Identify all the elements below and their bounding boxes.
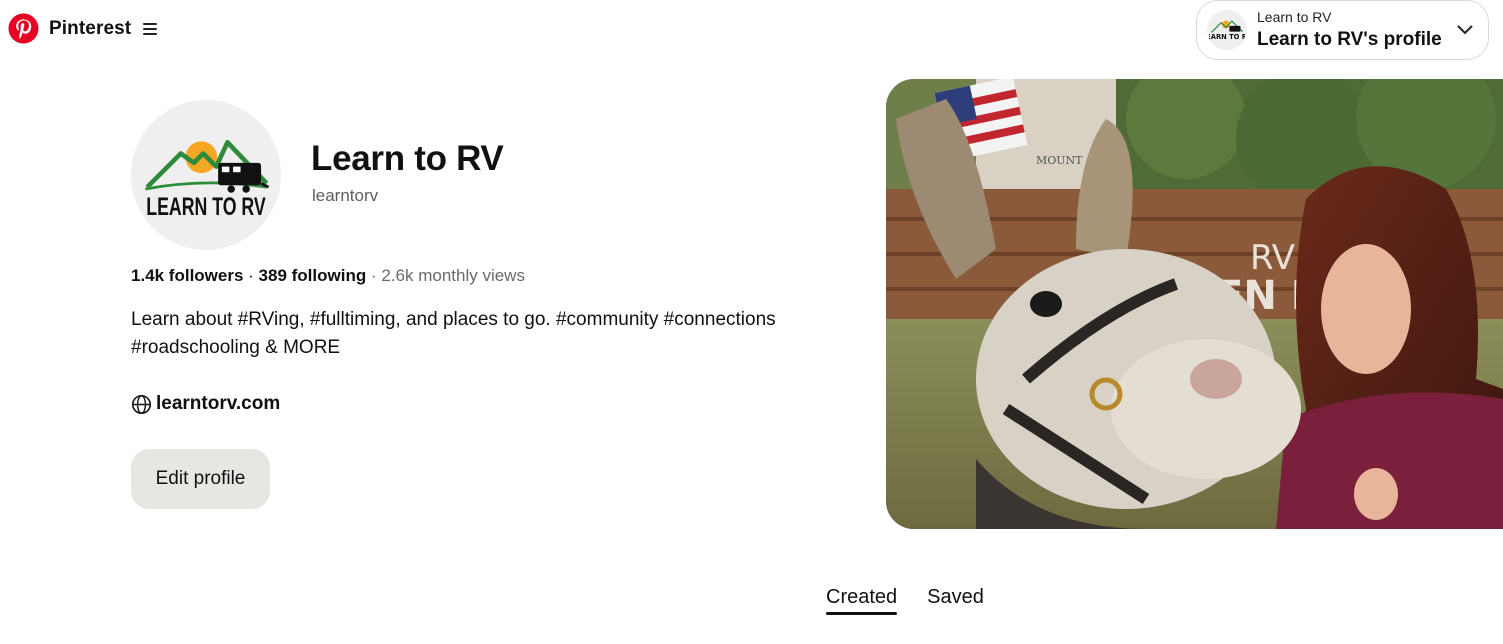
hamburger-icon[interactable] — [143, 22, 158, 35]
profile-avatar: LEARN TO RV — [131, 100, 281, 250]
svg-text:LEARN TO RV: LEARN TO RV — [1209, 33, 1245, 41]
cover-photo-image: RV PA EN RID MOUNT — [886, 79, 1503, 529]
learn-to-rv-logo-icon: LEARN TO RV — [1209, 20, 1245, 41]
cover-photo: RV PA EN RID MOUNT — [886, 79, 1503, 529]
profile-stats: 1.4k followers · 389 following · 2.6k mo… — [131, 266, 525, 286]
globe-icon — [131, 394, 152, 414]
tab-created[interactable]: Created — [826, 586, 898, 615]
account-switcher-profile-label: Learn to RV's profile — [1257, 29, 1442, 50]
tab-saved[interactable]: Saved — [927, 586, 984, 615]
account-switcher-button[interactable]: LEARN TO RV Learn to RV Learn to RV's pr… — [1196, 0, 1489, 60]
monthly-views: 2.6k monthly views — [381, 266, 525, 285]
account-avatar: LEARN TO RV — [1207, 10, 1247, 50]
learn-to-rv-logo-icon: LEARN TO RV — [145, 140, 270, 221]
chevron-down-icon[interactable] — [1456, 23, 1474, 37]
edit-profile-button[interactable]: Edit profile — [131, 449, 270, 509]
avatar-logo-text: LEARN TO RV — [146, 193, 266, 221]
profile-bio: Learn about #RVing, #fulltiming, and pla… — [131, 309, 776, 358]
profile-tabs: Created Saved — [826, 586, 984, 615]
account-switcher-name: Learn to RV — [1257, 9, 1332, 25]
profile-handle: learntorv — [312, 186, 379, 205]
followers-link[interactable]: 1.4k followers — [131, 266, 243, 285]
stats-separator: · — [243, 266, 259, 285]
brand-name[interactable]: Pinterest — [49, 18, 131, 40]
website-link[interactable]: learntorv.com — [131, 393, 280, 415]
following-link[interactable]: 389 following — [259, 266, 367, 285]
stats-separator: · — [366, 266, 382, 285]
profile-name: Learn to RV — [311, 139, 504, 178]
pinterest-logo-icon[interactable] — [8, 13, 39, 44]
website-url[interactable]: learntorv.com — [156, 393, 280, 415]
header-brand: Pinterest — [8, 13, 158, 44]
cover-building-text: MOUNT — [1036, 154, 1083, 167]
